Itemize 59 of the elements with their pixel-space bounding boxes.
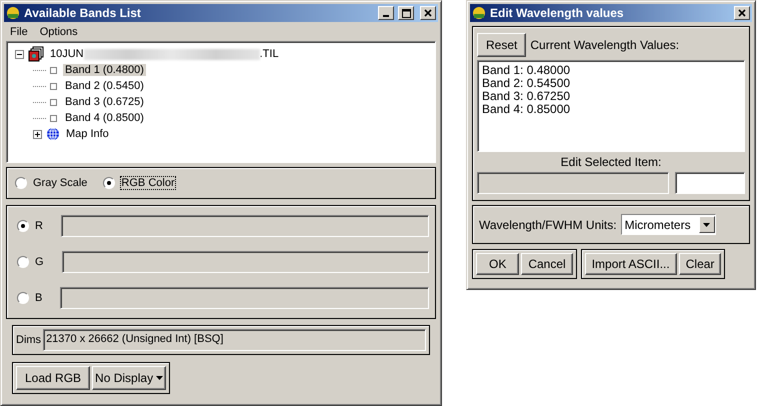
file-extension: .TIL xyxy=(260,48,280,60)
maximize-icon[interactable] xyxy=(398,6,414,20)
globe-logo-icon xyxy=(6,6,20,20)
display-dropdown[interactable]: No Display xyxy=(92,366,166,390)
band-leaf-icon xyxy=(33,114,59,122)
dialog-button[interactable]: Cancel xyxy=(521,253,573,275)
band-leaf-icon xyxy=(33,66,59,74)
minimize-icon[interactable] xyxy=(378,6,394,20)
values-label: Current Wavelength Values: xyxy=(530,38,680,52)
map-info-item[interactable]: Map Info xyxy=(64,128,111,140)
item-value-field[interactable] xyxy=(675,172,745,194)
radio-button[interactable] xyxy=(103,177,116,189)
menu-item[interactable]: Options xyxy=(40,26,78,38)
channel-label: B xyxy=(35,292,42,304)
expand-icon[interactable] xyxy=(33,130,42,138)
channel-label: R xyxy=(35,220,43,232)
wavelength-item[interactable]: Band 2: 0.54500 xyxy=(482,77,740,90)
dims-label: Dims xyxy=(16,334,42,346)
load-rgb-button[interactable]: Load RGB xyxy=(16,366,90,390)
band-item[interactable]: Band 1 (0.4800) xyxy=(63,64,146,76)
dialog-button[interactable]: Import ASCII... xyxy=(584,253,677,275)
band-leaf-icon xyxy=(33,82,59,90)
edit-label: Edit Selected Item: xyxy=(560,155,662,169)
globe-icon xyxy=(46,127,60,141)
radio-button[interactable] xyxy=(15,177,27,189)
dialog-button[interactable]: Clear xyxy=(678,253,722,275)
radio-button[interactable] xyxy=(17,292,29,304)
window-title: Edit Wavelength values xyxy=(490,6,625,20)
globe-logo-icon xyxy=(472,6,486,20)
band-item[interactable]: Band 4 (0.8500) xyxy=(63,112,146,124)
channel-field[interactable] xyxy=(60,215,429,237)
band-leaf-icon xyxy=(33,98,59,106)
file-name: 10JUN xyxy=(49,48,84,60)
band-item[interactable]: Band 3 (0.6725) xyxy=(63,96,146,108)
caret-icon xyxy=(156,376,164,380)
wavelength-item[interactable]: Band 3: 0.67250 xyxy=(482,90,740,103)
window-title: Available Bands List xyxy=(24,6,142,20)
collapse-icon[interactable] xyxy=(15,50,24,58)
close-icon[interactable] xyxy=(420,6,436,20)
units-dropdown[interactable]: Micrometers xyxy=(620,214,716,235)
wavelength-item[interactable]: Band 1: 0.48000 xyxy=(482,64,740,77)
radio-button[interactable] xyxy=(17,256,29,268)
mode-label: Gray Scale xyxy=(33,177,88,189)
channel-label: G xyxy=(35,256,44,268)
band-item[interactable]: Band 2 (0.5450) xyxy=(63,80,146,92)
channel-field[interactable] xyxy=(60,287,429,309)
dims-field: 21370 x 26662 (Unsigned Int) [BSQ] xyxy=(43,329,426,351)
units-label: Wavelength/FWHM Units: xyxy=(479,218,617,232)
menu-item[interactable]: File xyxy=(10,26,28,38)
wavelength-list[interactable]: Band 1: 0.48000 Band 2: 0.54500 Band 3: 0.67250 Band 4: 0.85000 xyxy=(477,60,745,152)
caret-icon xyxy=(703,222,710,226)
radio-button[interactable] xyxy=(17,220,29,232)
close-icon[interactable] xyxy=(734,6,750,20)
reset-button[interactable]: Reset xyxy=(477,33,526,57)
dialog-button[interactable]: OK xyxy=(476,253,520,275)
image-stack-icon xyxy=(28,46,44,62)
channel-field[interactable] xyxy=(62,251,429,273)
mode-label: RGB Color xyxy=(121,177,175,189)
wavelength-item[interactable]: Band 4: 0.85000 xyxy=(482,103,740,116)
